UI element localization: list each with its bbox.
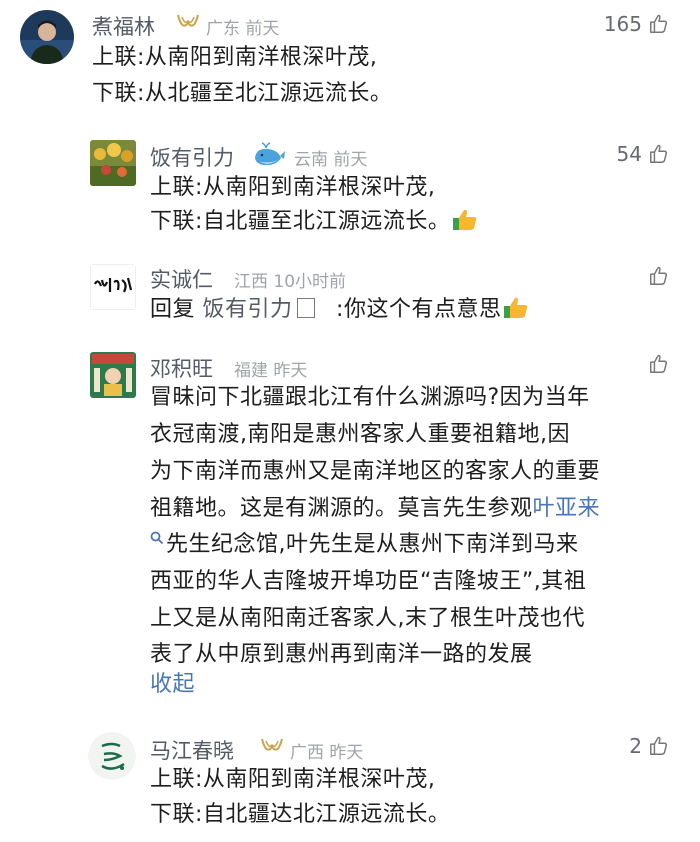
avatar[interactable] — [88, 732, 136, 780]
comment-text-line: 下联:自北疆至北江源远流长。 — [150, 206, 478, 238]
comment-text-line: 冒昧问下北疆跟北江有什么渊源吗?因为当年 — [150, 385, 590, 410]
like-button[interactable]: 54 — [617, 140, 670, 168]
search-icon[interactable] — [150, 531, 164, 545]
avatar[interactable] — [20, 10, 74, 64]
commenter-name[interactable]: 邓积旺 — [150, 353, 213, 383]
thumbs-up-emoji-icon — [453, 209, 477, 230]
comment-text-line: 祖籍地。这是有渊源的。莫言先生参观叶亚来 — [150, 496, 601, 521]
like-count: 165 — [603, 12, 642, 36]
thumbs-up-icon — [650, 266, 668, 285]
comment-text-line: 表了从中原到惠州再到南洋一路的发展 — [150, 642, 533, 667]
reply-target-name[interactable]: 饭有引力 — [203, 297, 293, 322]
avatar[interactable] — [90, 352, 136, 398]
search-link[interactable]: 叶亚来 — [533, 496, 601, 521]
comment-text-line: 上联:从南阳到南洋根深叶茂, — [150, 175, 436, 200]
reply-text-line: 回复 饭有引力 :你这个有点意思 — [150, 294, 529, 326]
whale-badge-icon — [252, 142, 286, 172]
vip-badge-icon — [260, 737, 284, 761]
like-button[interactable] — [648, 350, 670, 378]
comment-text-line: 上又是从南阳南迁客家人,末了根生叶茂也代 — [150, 606, 585, 631]
avatar[interactable] — [90, 264, 136, 310]
thumbs-up-emoji-icon — [504, 297, 528, 318]
thumbs-up-icon — [650, 354, 668, 373]
comment-text-line: 上联:从南阳到南洋根深叶茂, — [150, 767, 436, 792]
collapse-link[interactable]: 收起 — [150, 669, 195, 701]
vip-badge-icon — [176, 13, 200, 37]
like-count: 2 — [629, 734, 642, 758]
thumbs-up-icon — [650, 14, 668, 33]
comment-text-line: 先生纪念馆,叶先生是从惠州下南洋到马来 — [150, 529, 579, 561]
thumbs-up-icon — [650, 144, 668, 163]
avatar[interactable] — [90, 140, 136, 186]
comment-text-line: 西亚的华人吉隆坡开埠功臣“吉隆坡王”,其祖 — [150, 569, 587, 594]
thumbs-up-icon — [650, 736, 668, 755]
placeholder-box-icon — [296, 298, 315, 318]
like-count: 54 — [616, 142, 642, 166]
comment-meta: 云南 前天 — [294, 150, 368, 170]
commenter-name[interactable]: 饭有引力 — [150, 142, 234, 172]
comment-text-line: 下联:自北疆达北江源远流长。 — [150, 802, 451, 827]
comment-text-line: 下联:从北疆至北江源远流长。 — [92, 81, 393, 106]
commenter-name[interactable]: 马江春晓 — [150, 735, 234, 765]
comment-text-line: 上联:从南阳到南洋根深叶茂, — [92, 45, 378, 70]
like-button[interactable]: 2 — [629, 732, 670, 760]
comment-meta: 广东 前天 — [206, 19, 280, 39]
comment-text-line: 衣冠南渡,南阳是惠州客家人重要祖籍地,因 — [150, 422, 570, 447]
like-button[interactable] — [648, 262, 670, 290]
comment-meta: 福建 昨天 — [234, 361, 308, 381]
like-button[interactable]: 165 — [604, 10, 670, 38]
comment-meta: 广西 昨天 — [290, 743, 364, 763]
commenter-name[interactable]: 煮福林 — [92, 11, 155, 41]
comment-text-line: 为下南洋而惠州又是南洋地区的客家人的重要 — [150, 459, 601, 484]
commenter-name[interactable]: 实诚仁 — [150, 264, 213, 294]
comment-meta: 江西 10小时前 — [234, 272, 347, 292]
